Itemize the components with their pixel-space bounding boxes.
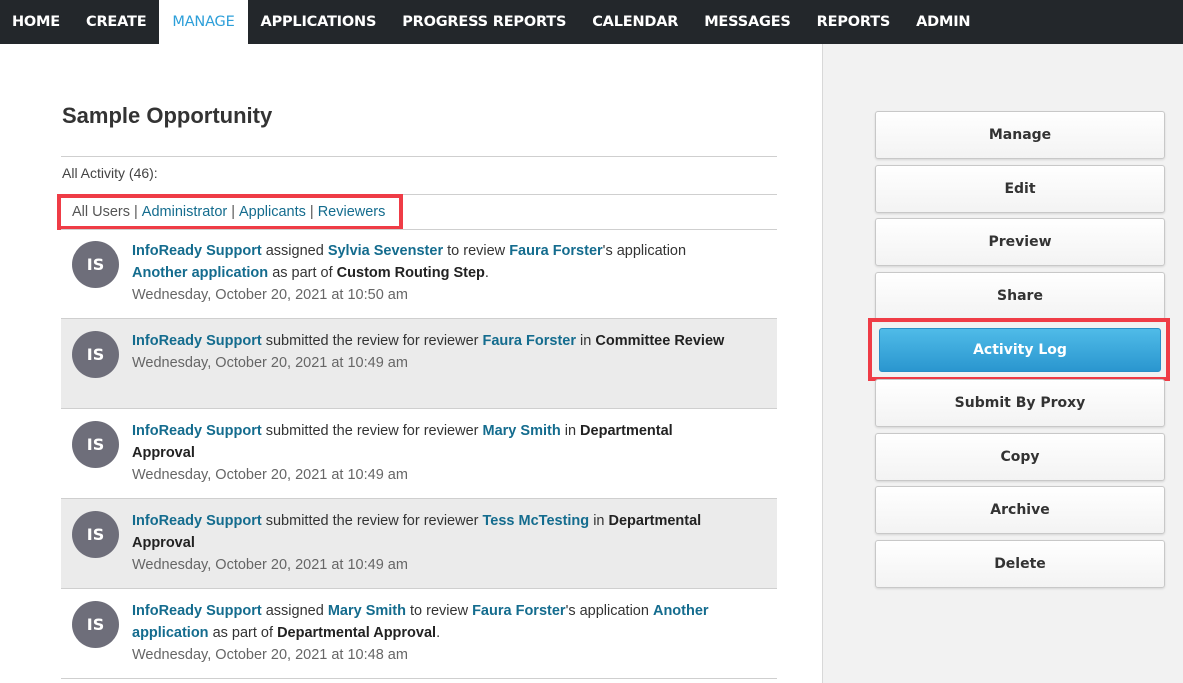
activity-verb: submitted the review for reviewer [265, 423, 479, 439]
activity-text: InfoReady Support submitted the review f… [132, 510, 732, 576]
avatar: IS [72, 511, 119, 558]
target-user-link[interactable]: Mary Smith [483, 423, 561, 439]
filter-separator: | [309, 204, 314, 220]
routing-step: Custom Routing Step [336, 265, 485, 281]
preview-button[interactable]: Preview [875, 218, 1165, 266]
filter-separator: | [134, 204, 138, 220]
activity-text: InfoReady Support assigned Mary Smith to… [132, 600, 732, 666]
share-button[interactable]: Share [875, 272, 1165, 320]
edit-button[interactable]: Edit [875, 165, 1165, 213]
target-user-link[interactable]: Tess McTesting [483, 513, 590, 529]
activity-text: InfoReady Support submitted the review f… [132, 330, 732, 374]
actor-link[interactable]: InfoReady Support [132, 513, 262, 529]
activity-item: IS InfoReady Support submitted the revie… [61, 409, 777, 499]
filter-all-users: All Users [72, 204, 131, 220]
avatar: IS [72, 241, 119, 288]
user-filter-bar: All Users | Administrator | Applicants |… [57, 194, 403, 230]
activity-connector: 's application [565, 603, 649, 619]
activity-connector: 's application [602, 243, 687, 259]
nav-admin[interactable]: ADMIN [903, 0, 983, 44]
activity-connector: as part of [212, 625, 274, 641]
filter-administrator-link[interactable]: Administrator [142, 204, 227, 220]
manage-button[interactable]: Manage [875, 111, 1165, 159]
target-user-link[interactable]: Sylvia Sevenster [328, 243, 443, 259]
submit-by-proxy-button[interactable]: Submit By Proxy [875, 379, 1165, 427]
activity-list: IS InfoReady Support assigned Sylvia Sev… [61, 229, 777, 679]
activity-verb: assigned [265, 243, 324, 259]
activity-connector: in [580, 333, 592, 349]
filter-reviewers-link[interactable]: Reviewers [318, 204, 386, 220]
avatar: IS [72, 331, 119, 378]
activity-item: IS InfoReady Support submitted the revie… [61, 499, 777, 589]
actor-link[interactable]: InfoReady Support [132, 333, 262, 349]
application-link[interactable]: Another application [132, 265, 268, 281]
copy-button[interactable]: Copy [875, 433, 1165, 481]
activity-timestamp: Wednesday, October 20, 2021 at 10:49 am [132, 355, 408, 371]
applicant-link[interactable]: Faura Forster [509, 243, 602, 259]
nav-create[interactable]: CREATE [73, 0, 159, 44]
target-user-link[interactable]: Mary Smith [328, 603, 406, 619]
routing-step: Departmental Approval [277, 625, 437, 641]
target-user-link[interactable]: Faura Forster [483, 333, 576, 349]
activity-end: . [484, 265, 489, 281]
activity-text: InfoReady Support assigned Sylvia Sevens… [132, 240, 732, 306]
activity-verb: submitted the review for reviewer [265, 513, 479, 529]
action-sidebar: Manage Edit Preview Share Activity Log S… [822, 44, 1183, 683]
main-content: Sample Opportunity All Activity (46): Al… [0, 44, 822, 683]
activity-timestamp: Wednesday, October 20, 2021 at 10:49 am [132, 557, 408, 573]
activity-verb: submitted the review for reviewer [265, 333, 479, 349]
activity-connector: to review [410, 603, 469, 619]
delete-button[interactable]: Delete [875, 540, 1165, 588]
routing-step: Committee Review [595, 333, 725, 349]
applicant-link[interactable]: Faura Forster [472, 603, 565, 619]
nav-progress-reports[interactable]: PROGRESS REPORTS [389, 0, 579, 44]
activity-log-button[interactable]: Activity Log [879, 328, 1161, 372]
activity-connector: to review [447, 243, 506, 259]
nav-manage[interactable]: MANAGE [159, 0, 248, 44]
activity-item: IS InfoReady Support assigned Sylvia Sev… [61, 229, 777, 319]
activity-timestamp: Wednesday, October 20, 2021 at 10:48 am [132, 647, 408, 663]
filter-applicants-link[interactable]: Applicants [239, 204, 306, 220]
avatar: IS [72, 601, 119, 648]
archive-button[interactable]: Archive [875, 486, 1165, 534]
activity-connector: in [593, 513, 605, 529]
nav-messages[interactable]: MESSAGES [691, 0, 803, 44]
nav-home[interactable]: HOME [0, 0, 73, 44]
top-navigation: HOME CREATE MANAGE APPLICATIONS PROGRESS… [0, 0, 1183, 44]
nav-reports[interactable]: REPORTS [804, 0, 903, 44]
activity-text: InfoReady Support submitted the review f… [132, 420, 732, 486]
activity-connector: in [564, 423, 577, 439]
actor-link[interactable]: InfoReady Support [132, 423, 262, 439]
nav-calendar[interactable]: CALENDAR [579, 0, 691, 44]
divider [61, 156, 777, 157]
page-title: Sample Opportunity [62, 103, 273, 128]
activity-verb: assigned [265, 603, 324, 619]
activity-item: IS InfoReady Support submitted the revie… [61, 319, 777, 409]
nav-applications[interactable]: APPLICATIONS [248, 0, 390, 44]
activity-timestamp: Wednesday, October 20, 2021 at 10:49 am [132, 467, 408, 483]
activity-item: IS InfoReady Support assigned Mary Smith… [61, 589, 777, 679]
activity-count: All Activity (46): [62, 165, 158, 181]
actor-link[interactable]: InfoReady Support [132, 603, 262, 619]
filter-separator: | [231, 204, 235, 220]
activity-end: . [436, 625, 441, 641]
actor-link[interactable]: InfoReady Support [132, 243, 262, 259]
avatar: IS [72, 421, 119, 468]
activity-connector: as part of [272, 265, 333, 281]
activity-timestamp: Wednesday, October 20, 2021 at 10:50 am [132, 287, 408, 303]
